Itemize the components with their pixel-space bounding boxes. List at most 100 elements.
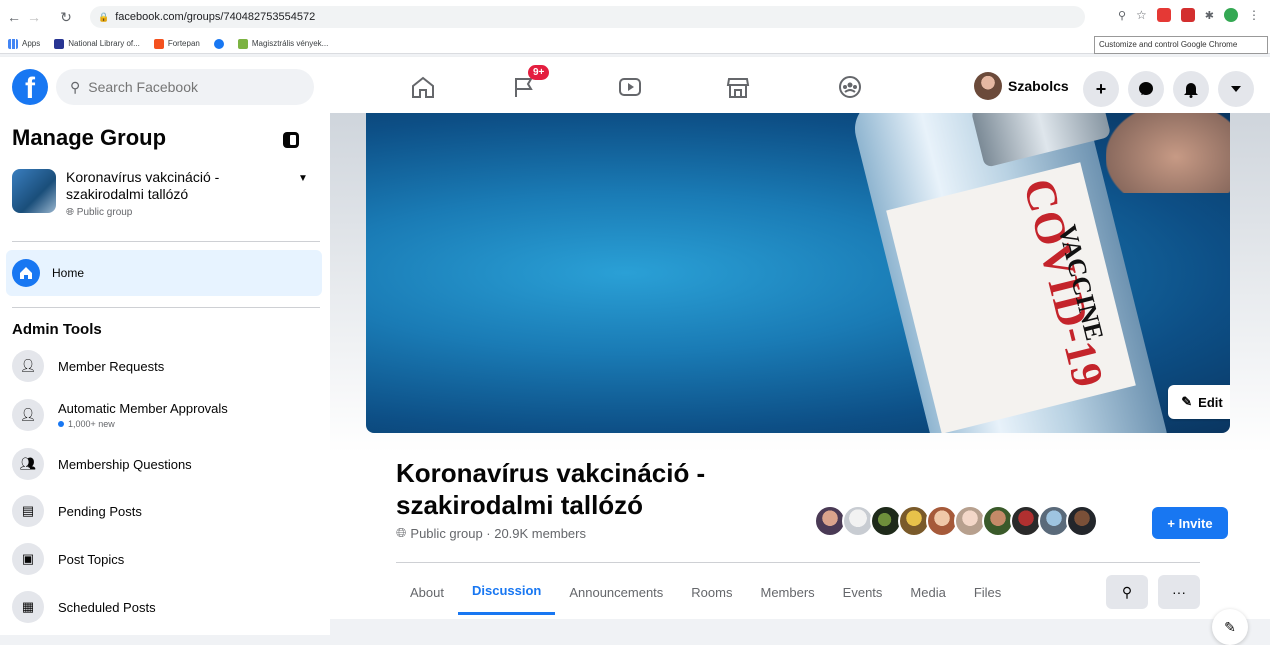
extension-pdf-icon[interactable]: [1180, 8, 1195, 22]
group-tabs: About Discussion Announcements Rooms Mem…: [396, 569, 1015, 615]
video-icon: [619, 78, 641, 96]
url-text: facebook.com/groups/740482753554572: [115, 11, 316, 23]
bookmark-national-library[interactable]: National Library of...: [54, 38, 140, 49]
extension-red-icon[interactable]: [1156, 8, 1171, 22]
facebook-logo-icon[interactable]: f: [12, 69, 48, 105]
profile-name: Szabolcs: [1008, 78, 1069, 94]
group-search-button[interactable]: ⚲: [1106, 575, 1148, 609]
sidebar-item-label: Pending Posts: [58, 503, 142, 519]
messenger-button[interactable]: [1128, 71, 1164, 107]
sidebar-item-membership-questions[interactable]: 👥︎ Membership Questions: [12, 448, 322, 480]
new-message-button[interactable]: ✎: [1212, 609, 1248, 645]
reload-icon[interactable]: ↻: [56, 9, 76, 26]
forward-icon[interactable]: →: [24, 9, 44, 25]
create-button[interactable]: +: [1083, 71, 1119, 107]
facebook-icon: [213, 38, 224, 49]
tab-events[interactable]: Events: [829, 569, 897, 615]
pencil-icon: ✎: [1181, 394, 1193, 409]
document-icon: [237, 38, 248, 49]
feed-background: [330, 619, 1270, 635]
kebab-menu-icon[interactable]: ⋮: [1248, 8, 1260, 22]
group-dropdown-icon[interactable]: ▼: [298, 173, 308, 184]
manage-group-sidebar: Manage Group Koronavírus vakcináció - sz…: [0, 113, 330, 635]
questions-icon: 👥︎: [12, 448, 44, 480]
tab-announcements[interactable]: Announcements: [555, 569, 677, 615]
more-icon: ···: [1172, 584, 1186, 600]
collapse-sidebar-button[interactable]: [280, 129, 302, 151]
sidebar-item-home[interactable]: Home: [6, 250, 322, 296]
bookmark-magisztralis[interactable]: Magisztrális vények...: [237, 38, 328, 49]
hand: [1106, 113, 1230, 193]
zoom-icon[interactable]: ⚲: [1118, 9, 1126, 22]
star-icon[interactable]: ☆: [1136, 8, 1147, 22]
tab-media[interactable]: Media: [896, 569, 959, 615]
admin-tools-heading: Admin Tools: [12, 321, 102, 338]
library-icon: [54, 38, 65, 49]
nav-watch[interactable]: [600, 67, 660, 107]
more-options-button[interactable]: ···: [1158, 575, 1200, 609]
cover-photo: COVID-19 VACCINE ✎ Edit: [366, 113, 1230, 433]
nav-pages[interactable]: 9+: [494, 65, 554, 107]
tab-discussion[interactable]: Discussion: [457, 569, 556, 615]
sidebar-item-label: Membership Questions: [58, 456, 192, 472]
tab-members[interactable]: Members: [746, 569, 828, 615]
tab-about[interactable]: About: [396, 569, 458, 615]
member-avatars[interactable]: [814, 505, 1098, 537]
chrome-menu-tooltip: Customize and control Google Chrome: [1094, 36, 1268, 54]
account-menu-button[interactable]: [1218, 71, 1254, 107]
divider: [396, 562, 1200, 563]
group-main-content: COVID-19 VACCINE ✎ Edit Koronavírus vakc…: [330, 113, 1270, 635]
bookmark-apps[interactable]: Apps: [8, 38, 40, 49]
notifications-button[interactable]: [1173, 71, 1209, 107]
group-privacy: 🌐︎ Public group: [66, 207, 133, 218]
search-icon: ⚲: [1121, 583, 1133, 600]
invite-button[interactable]: + Invite: [1152, 507, 1228, 539]
post-topics-icon: ▣: [12, 543, 44, 575]
group-selector[interactable]: Koronavírus vakcináció - szakirodalmi ta…: [12, 169, 322, 231]
groups-icon: [839, 76, 861, 98]
calendar-icon: ▦: [12, 591, 44, 623]
avatar: [974, 72, 1002, 100]
search-box[interactable]: ⚲: [56, 69, 314, 105]
profile-button[interactable]: Szabolcs: [974, 71, 1069, 101]
profile-avatar-icon[interactable]: [1224, 8, 1238, 22]
chevron-down-icon: [1231, 86, 1241, 92]
bell-icon: [1184, 83, 1198, 98]
back-icon[interactable]: ←: [4, 9, 24, 25]
lock-icon: 🔒: [98, 11, 110, 22]
sidebar-item-post-topics[interactable]: ▣ Post Topics: [12, 543, 322, 575]
divider: [12, 307, 320, 308]
extension-icons: ⚲ ☆ ✱ ⋮: [1118, 8, 1260, 22]
pending-posts-icon: ▤: [12, 495, 44, 527]
puzzle-icon[interactable]: ✱: [1205, 9, 1214, 22]
bookmark-fortepan[interactable]: Fortepan: [153, 38, 200, 49]
search-input[interactable]: [88, 79, 289, 95]
bookmark-facebook[interactable]: [213, 38, 224, 49]
sidebar-item-label: Member Requests: [58, 358, 165, 374]
avatar: [1066, 505, 1098, 537]
apps-grid-icon: [8, 38, 18, 49]
sidebar-item-pending-posts[interactable]: ▤ Pending Posts: [12, 495, 322, 527]
group-thumbnail: [12, 169, 56, 213]
new-dot-icon: [58, 421, 64, 427]
sidebar-title: Manage Group: [12, 125, 167, 150]
nav-marketplace[interactable]: [708, 67, 768, 107]
nav-home[interactable]: [393, 67, 453, 107]
nav-groups[interactable]: [820, 67, 880, 107]
address-bar[interactable]: 🔒 facebook.com/groups/740482753554572: [90, 6, 1085, 28]
globe-icon: 🌐︎: [396, 525, 407, 540]
tab-rooms[interactable]: Rooms: [677, 569, 746, 615]
sidebar-item-label: Home: [52, 266, 85, 280]
sidebar-item-member-requests[interactable]: 👤︎ Member Requests: [12, 350, 322, 382]
bookmarks-bar: Apps National Library of... Fortepan Mag…: [0, 34, 1270, 54]
sidebar-item-automatic-approvals[interactable]: 👤︎ Automatic Member Approvals 1,000+ new: [12, 399, 322, 431]
person-check-icon: 👤︎: [12, 399, 44, 431]
sidebar-item-scheduled-posts[interactable]: ▦ Scheduled Posts: [12, 591, 322, 623]
tab-files[interactable]: Files: [960, 569, 1015, 615]
fortepan-icon: [153, 38, 164, 49]
add-person-icon: 👤︎: [12, 350, 44, 382]
edit-cover-button[interactable]: ✎ Edit: [1168, 385, 1230, 419]
compose-icon: ✎: [1224, 618, 1236, 635]
plus-icon: +: [1095, 78, 1107, 99]
marketplace-icon: [726, 78, 750, 98]
